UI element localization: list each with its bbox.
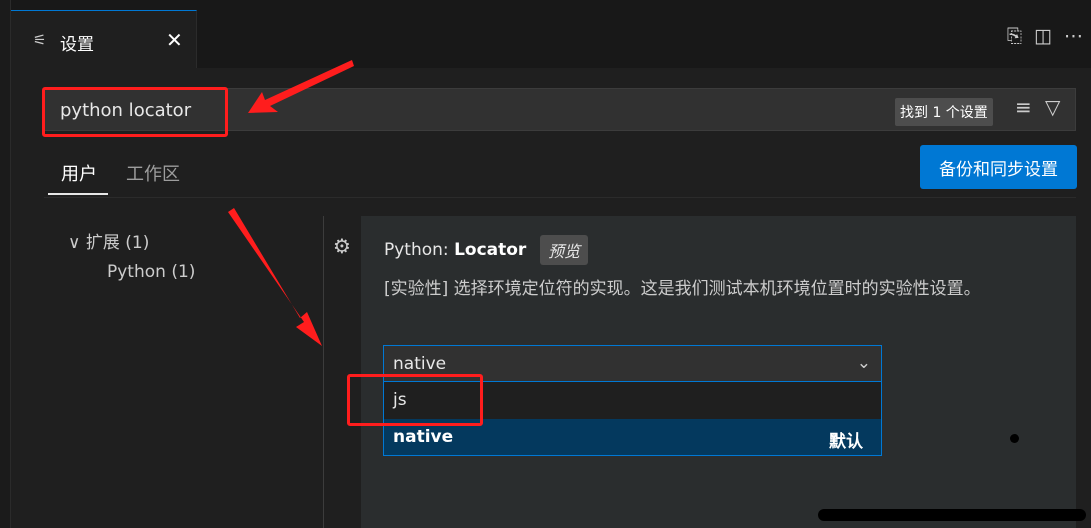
filter-icon[interactable]: ▽ [1045, 95, 1060, 119]
gear-icon[interactable]: ⚙ [333, 234, 351, 258]
tab-settings-label: 设置 [60, 35, 94, 55]
active-scope-indicator [48, 193, 108, 195]
tab-settings[interactable]: ⚟ 设置 ✕ [11, 10, 197, 68]
annotation-box-search [42, 87, 228, 137]
toc-extensions[interactable]: ∨ 扩展 (1) [68, 228, 149, 253]
toc-python[interactable]: Python (1) [107, 262, 195, 282]
toc-divider [323, 216, 324, 528]
default-tag: 默认 [829, 432, 863, 452]
select-value: native [393, 354, 447, 374]
header-divider [44, 197, 1076, 198]
more-actions-icon[interactable]: ⋯ [1064, 25, 1083, 47]
split-editor-icon[interactable]: ◫ [1034, 25, 1052, 47]
annotation-arrow-select [228, 208, 322, 346]
setting-description: [实验性] 选择环境定位符的实现。这是我们测试本机环境位置时的实验性设置。 [384, 279, 981, 299]
clear-filter-icon[interactable]: ≡ [1015, 95, 1032, 119]
preview-badge: 预览 [540, 235, 589, 265]
open-settings-json-icon[interactable]: ⎘ [1007, 25, 1022, 47]
annotation-box-js-option [347, 374, 483, 426]
settings-sliders-icon: ⚟ [33, 31, 47, 49]
backup-sync-button[interactable]: 备份和同步设置 [920, 145, 1077, 189]
option-label: native [393, 427, 454, 447]
close-icon[interactable]: ✕ [166, 28, 183, 52]
sidebar-edge [0, 0, 11, 528]
tab-user-scope[interactable]: 用户 [61, 160, 97, 186]
setting-title-prefix: Python: [384, 240, 455, 260]
annotation-scribble [818, 509, 1086, 521]
chevron-down-icon: ⌄ [856, 353, 871, 373]
search-result-badge: 找到 1 个设置 [895, 98, 993, 126]
editor-actions: ⎘ ◫ ⋯ [1007, 25, 1083, 47]
annotation-dot [1010, 434, 1019, 443]
tab-workspace-scope[interactable]: 工作区 [126, 160, 180, 186]
chevron-down-icon: ∨ [68, 233, 81, 253]
toc-extensions-label: 扩展 (1) [85, 233, 150, 253]
setting-title-name: Locator [454, 240, 527, 260]
setting-title: Python: Locator [384, 240, 526, 260]
